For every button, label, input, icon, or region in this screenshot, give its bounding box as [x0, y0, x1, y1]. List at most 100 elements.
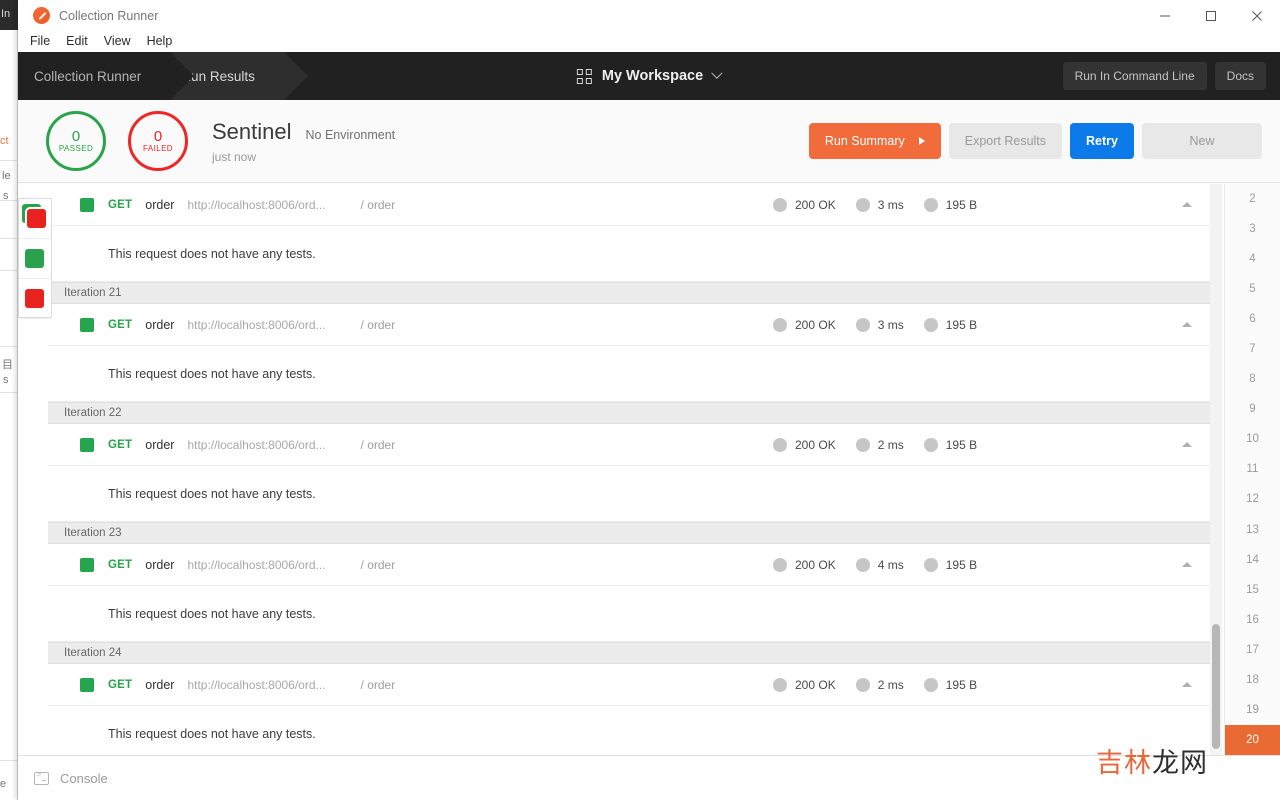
request-method: GET [108, 198, 133, 211]
iteration-header: Iteration 24 [48, 642, 1220, 664]
breadcrumb-collection-runner[interactable]: Collection Runner [18, 52, 195, 100]
chevron-up-icon[interactable] [1182, 682, 1192, 687]
chevron-up-icon[interactable] [1182, 202, 1192, 207]
request-url: http://localhost:8006/ord... [187, 317, 326, 332]
run-results-list[interactable]: GET order http://localhost:8006/ord... / or… [48, 184, 1220, 755]
size-dot-icon [923, 197, 938, 212]
iteration-index-column[interactable]: 2 3 4 5 6 7 8 9 10 11 12 13 14 15 16 17 18 19 20 [1224, 184, 1280, 755]
background-fragment: ct [0, 135, 9, 147]
iteration-index-item[interactable]: 7 [1225, 334, 1280, 364]
request-method: GET [108, 438, 133, 451]
size-value: 195 B [945, 437, 978, 452]
iteration-index-item[interactable]: 20 [1225, 724, 1280, 755]
request-name: order [145, 437, 175, 452]
iteration-index-item[interactable]: 9 [1225, 394, 1280, 424]
results-scrollbar[interactable] [1210, 184, 1222, 755]
iteration-index-item[interactable]: 18 [1225, 665, 1280, 695]
status-dot-icon [773, 677, 787, 692]
background-status-filter [18, 198, 52, 319]
fail-square-icon [27, 209, 46, 228]
results-scrollbar-thumb[interactable] [1212, 624, 1220, 749]
chevron-up-icon[interactable] [1182, 562, 1192, 567]
request-metrics: 200 OK 2 ms 195 B [773, 437, 989, 452]
no-tests-message: This request does not have any tests. [48, 346, 1220, 402]
minimize-icon[interactable] [1142, 0, 1188, 31]
size-value: 195 B [945, 677, 978, 692]
metric-status: 200 OK [773, 557, 836, 572]
run-timestamp: just now [212, 149, 257, 164]
table-row[interactable]: GET order http://localhost:8006/ord... / or… [48, 304, 1220, 346]
iteration-index-item[interactable]: 17 [1225, 635, 1280, 665]
status-square-icon [80, 197, 94, 212]
console-bar[interactable]: Console [18, 755, 1280, 800]
docs-button[interactable]: Docs [1214, 62, 1266, 90]
background-fragment: le [2, 170, 11, 182]
iteration-index-item[interactable]: 13 [1225, 515, 1280, 545]
workspace-label: My Workspace [601, 68, 704, 84]
metric-status: 200 OK [773, 317, 836, 332]
iteration-index-item[interactable]: 11 [1225, 454, 1280, 484]
metric-time: 3 ms [855, 197, 904, 212]
run-in-command-line-button[interactable]: Run In Command Line [1062, 62, 1207, 90]
status-square-icon [80, 557, 94, 572]
iteration-index-item[interactable]: 5 [1225, 274, 1280, 304]
titlebar: Collection Runner [18, 0, 1280, 31]
chevron-up-icon[interactable] [1182, 322, 1192, 327]
fail-square-icon [25, 289, 44, 308]
time-dot-icon [855, 317, 870, 332]
menu-help[interactable]: Help [139, 33, 181, 50]
metric-size: 195 B [923, 197, 977, 212]
retry-button[interactable]: Retry [1070, 123, 1134, 159]
window-controls [1142, 0, 1280, 31]
iteration-header: Iteration 22 [48, 402, 1220, 424]
iteration-index-item[interactable]: 6 [1225, 304, 1280, 334]
metric-time: 4 ms [855, 557, 904, 572]
table-row[interactable]: GET order http://localhost:8006/ord... / or… [48, 184, 1220, 226]
time-value: 2 ms [877, 437, 904, 452]
passed-counter: 0 PASSED [46, 111, 106, 171]
no-tests-message: This request does not have any tests. [48, 706, 1220, 755]
menu-edit[interactable]: Edit [58, 33, 96, 50]
request-path: / order [360, 317, 396, 332]
menu-file[interactable]: File [22, 33, 58, 50]
iteration-index-item[interactable]: 14 [1225, 545, 1280, 575]
chevron-up-icon[interactable] [1182, 442, 1192, 447]
iteration-index-item[interactable]: 15 [1225, 575, 1280, 605]
collection-runner-window: Collection Runner File Edit View Help Co… [18, 0, 1280, 800]
filter-option-failed [19, 279, 51, 319]
iteration-index-item[interactable]: 19 [1225, 695, 1280, 725]
request-path: / order [360, 677, 396, 692]
status-square-icon [80, 317, 94, 332]
iteration-index-item[interactable]: 2 [1225, 184, 1280, 214]
menu-view[interactable]: View [96, 33, 139, 50]
request-name: order [145, 557, 175, 572]
table-row[interactable]: GET order http://localhost:8006/ord... / or… [48, 664, 1220, 706]
close-icon[interactable] [1234, 0, 1280, 31]
navbar-actions: Run In Command Line Docs [1062, 62, 1266, 90]
table-row[interactable]: GET order http://localhost:8006/ord... / or… [48, 544, 1220, 586]
iteration-index-item[interactable]: 8 [1225, 364, 1280, 394]
run-summary-button[interactable]: Run Summary [808, 123, 941, 159]
new-button[interactable]: New [1142, 123, 1262, 159]
maximize-icon[interactable] [1188, 0, 1234, 31]
iteration-index-item[interactable]: 4 [1225, 244, 1280, 274]
export-results-button[interactable]: Export Results [948, 123, 1063, 159]
request-url: http://localhost:8006/ord... [187, 437, 326, 452]
run-summary-header: 0 PASSED 0 FAILED Sentinel No Environmen… [18, 100, 1280, 183]
size-dot-icon [923, 557, 938, 572]
failed-counter: 0 FAILED [128, 111, 188, 171]
background-divider [0, 238, 18, 239]
iteration-index-item[interactable]: 10 [1225, 424, 1280, 454]
iteration-index-item[interactable]: 3 [1225, 214, 1280, 244]
run-summary-actions: Run Summary Export Results Retry New [808, 123, 1262, 159]
request-metrics: 200 OK 4 ms 195 B [773, 557, 989, 572]
iteration-index-item[interactable]: 16 [1225, 605, 1280, 635]
table-row[interactable]: GET order http://localhost:8006/ord... / or… [48, 424, 1220, 466]
request-metrics: 200 OK 2 ms 195 B [773, 677, 989, 692]
iteration-index-item[interactable]: 12 [1225, 484, 1280, 514]
metric-status: 200 OK [773, 677, 836, 692]
time-value: 2 ms [877, 677, 904, 692]
postman-logo-icon [33, 7, 50, 24]
workspace-selector[interactable]: My Workspace [576, 67, 723, 84]
background-divider [0, 760, 18, 761]
